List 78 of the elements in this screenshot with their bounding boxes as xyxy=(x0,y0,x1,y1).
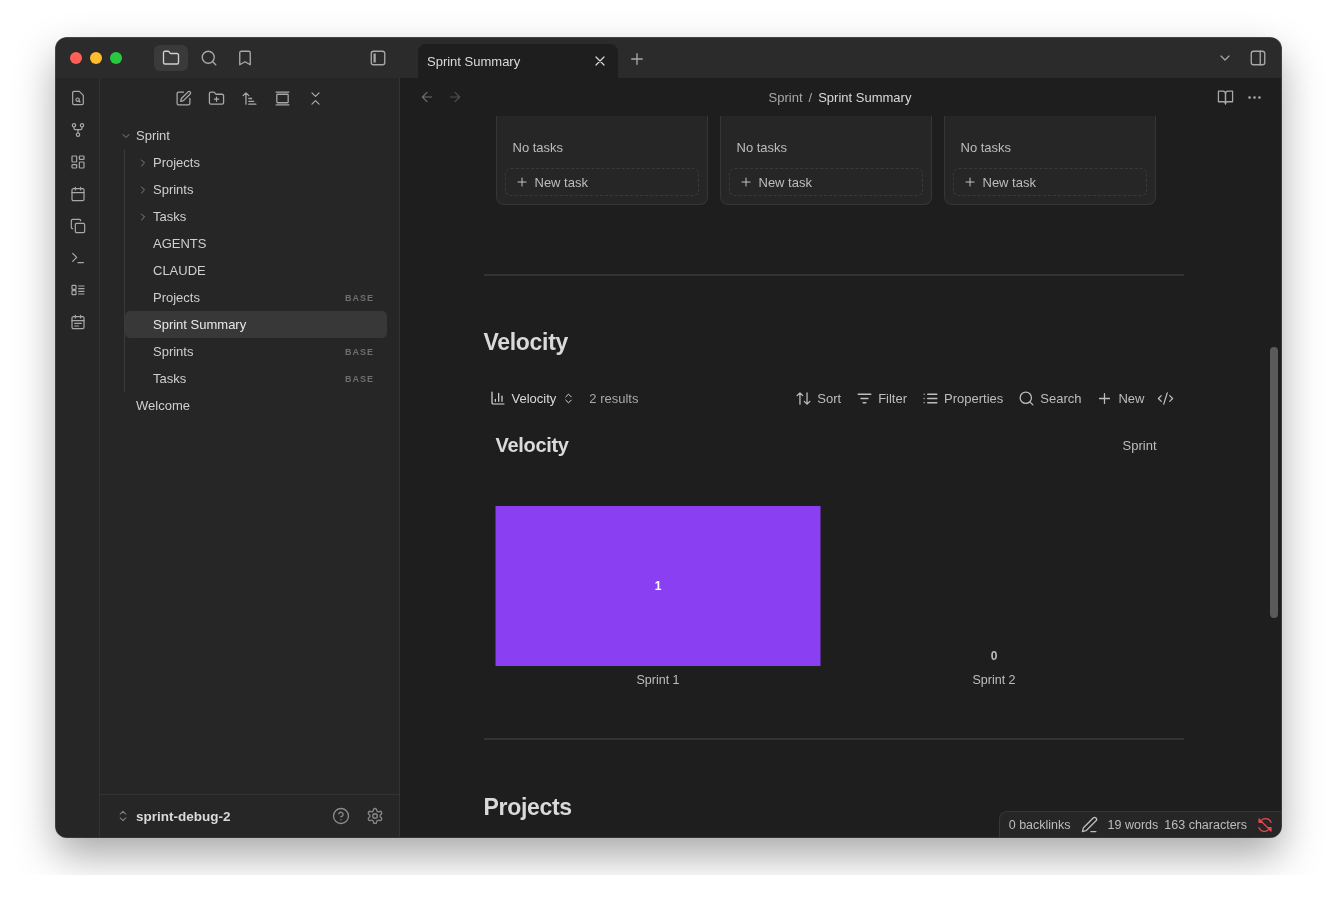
file-tree-item[interactable]: Tasks BASE xyxy=(125,365,387,392)
new-note-icon[interactable] xyxy=(175,89,192,107)
toolbar-button[interactable]: Properties xyxy=(922,389,1004,407)
folder-icon xyxy=(162,49,180,67)
plus-icon[interactable] xyxy=(628,50,646,68)
sort-icon xyxy=(795,389,813,407)
calendar-icon[interactable] xyxy=(69,314,86,330)
help-icon[interactable] xyxy=(332,807,350,825)
pencil-icon[interactable] xyxy=(1080,816,1098,833)
grid-icon[interactable] xyxy=(69,154,86,170)
backlinks-count[interactable]: 0 backlinks xyxy=(1008,817,1071,832)
new-task-button[interactable]: New task xyxy=(504,168,699,196)
chart-title: Velocity xyxy=(495,433,569,457)
sync-off-icon[interactable] xyxy=(1257,816,1273,833)
plus-icon xyxy=(738,175,753,189)
new-task-button[interactable]: New task xyxy=(952,168,1147,196)
new-folder-icon[interactable] xyxy=(208,89,225,107)
new-task-button[interactable]: New task xyxy=(728,168,923,196)
results-count: 2 results xyxy=(589,390,639,406)
scrollbar-thumb[interactable] xyxy=(1270,347,1278,618)
character-count: 163 characters xyxy=(1164,817,1247,832)
graph-icon[interactable] xyxy=(69,122,86,138)
file-tree-item[interactable]: Projects xyxy=(125,149,387,176)
toolbar-button[interactable]: Sort xyxy=(795,389,842,407)
axis-label: Sprint 1 xyxy=(635,673,680,687)
list-icon[interactable] xyxy=(69,282,86,298)
empty-message: No tasks xyxy=(735,140,789,156)
breadcrumb-separator: / xyxy=(808,89,813,105)
code-icon[interactable] xyxy=(1156,389,1174,407)
toolbar-button[interactable]: Search xyxy=(1018,389,1082,407)
window-close-button[interactable] xyxy=(70,52,82,64)
back-icon[interactable] xyxy=(419,89,435,105)
file-tree-item[interactable]: Sprint Summary xyxy=(125,311,387,338)
file-tree-item[interactable]: AGENTS xyxy=(125,230,387,257)
sidebar-toggle-icon[interactable] xyxy=(1249,49,1267,67)
toolbar-button[interactable]: New xyxy=(1096,389,1145,407)
search-file-icon[interactable] xyxy=(69,90,86,106)
files-button[interactable] xyxy=(154,45,188,71)
breadcrumb-item[interactable]: Sprint Summary xyxy=(818,89,912,105)
calendar-icon[interactable] xyxy=(69,186,86,202)
settings-icon[interactable] xyxy=(366,807,384,825)
section-heading: Projects xyxy=(483,793,573,822)
chart-legend: Sprint xyxy=(1122,437,1157,453)
toolbar-button[interactable]: Filter xyxy=(856,389,908,407)
sort-icon[interactable] xyxy=(241,89,258,107)
empty-message: No tasks xyxy=(511,140,565,156)
tab[interactable]: Sprint Summary xyxy=(418,44,618,78)
file-tree-item[interactable]: Sprints xyxy=(125,176,387,203)
file-tree-item[interactable]: Tasks xyxy=(125,203,387,230)
file-tree-item[interactable]: CLAUDE xyxy=(125,257,387,284)
vault-name[interactable]: sprint-debug-2 xyxy=(136,808,326,824)
file-tree-item[interactable]: Sprint xyxy=(112,122,387,149)
search-icon[interactable] xyxy=(200,49,218,67)
plus-icon xyxy=(962,175,977,189)
breadcrumb-item[interactable]: Sprint xyxy=(768,89,803,105)
search-icon xyxy=(1018,389,1036,407)
axis-label: Sprint 2 xyxy=(971,673,1016,687)
section-heading: Velocity xyxy=(483,328,570,357)
bar-chart-icon xyxy=(489,390,506,406)
data-label: 0 xyxy=(990,649,997,663)
word-count: 19 words xyxy=(1107,817,1159,832)
view-selector[interactable]: Velocity xyxy=(489,390,576,406)
file-type-tag: BASE xyxy=(345,346,374,357)
file-tree-item[interactable]: Sprints BASE xyxy=(125,338,387,365)
file-tree-item[interactable]: Welcome xyxy=(112,392,387,419)
file-type-tag: BASE xyxy=(345,373,374,384)
data-label: 1 xyxy=(654,579,661,593)
plus-icon xyxy=(514,175,529,189)
file-tree-item[interactable]: Projects BASE xyxy=(125,284,387,311)
file-type-tag: BASE xyxy=(345,292,374,303)
terminal-icon[interactable] xyxy=(69,250,86,266)
window-zoom-button[interactable] xyxy=(110,52,122,64)
bookmark-icon[interactable] xyxy=(236,49,254,67)
copy-icon[interactable] xyxy=(69,218,86,234)
empty-message: No tasks xyxy=(959,140,1013,156)
sidebar-toggle-icon[interactable] xyxy=(369,49,387,67)
window-minimize-button[interactable] xyxy=(90,52,102,64)
book-icon[interactable] xyxy=(1217,88,1234,106)
